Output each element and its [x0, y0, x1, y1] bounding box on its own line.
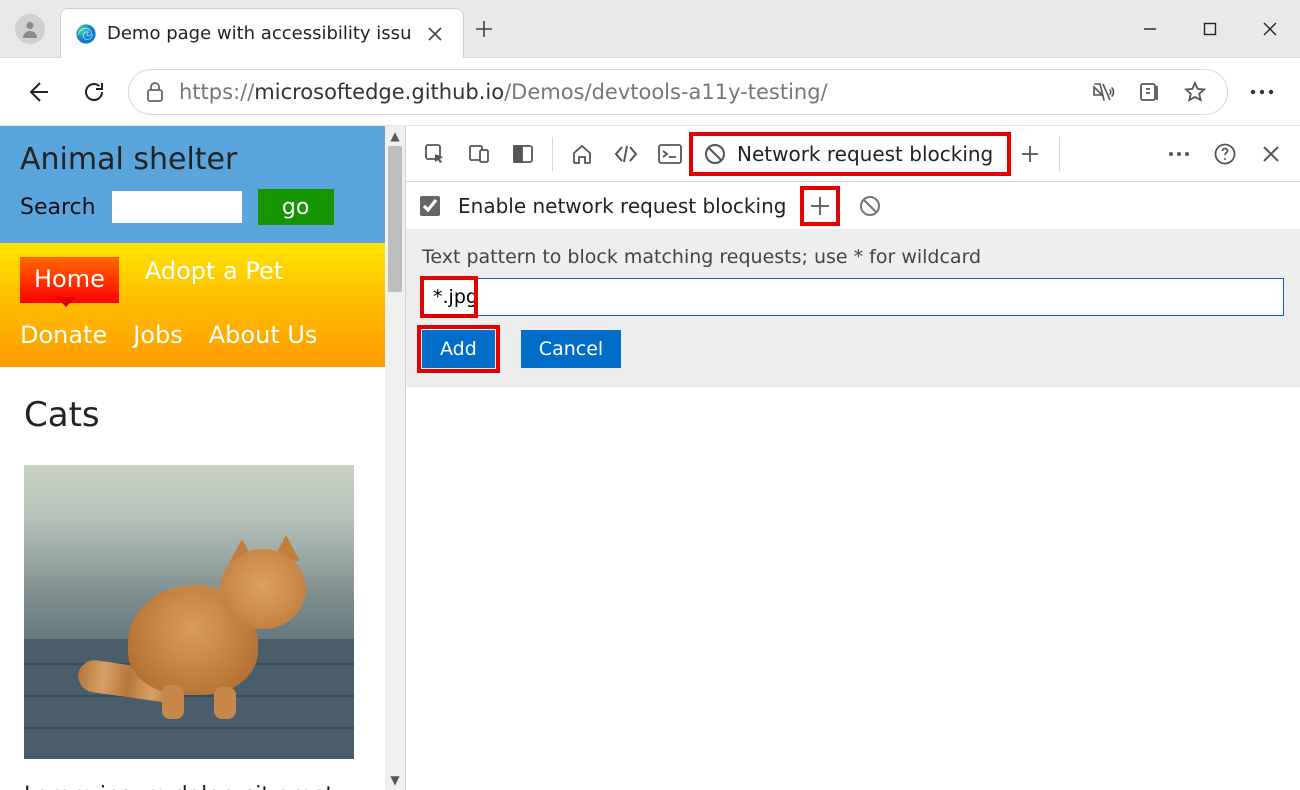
enable-blocking-label: Enable network request blocking: [458, 194, 786, 218]
lorem-text: Lorem ipsum dolor, sit amet: [24, 783, 361, 790]
add-button[interactable]: Add: [422, 330, 495, 368]
settings-more-button[interactable]: [1240, 70, 1284, 114]
cancel-button[interactable]: Cancel: [521, 330, 621, 368]
nav-adopt[interactable]: Adopt a Pet: [145, 257, 283, 303]
console-icon[interactable]: [649, 133, 691, 175]
maximize-button[interactable]: [1180, 0, 1240, 58]
cats-heading: Cats: [24, 395, 361, 435]
window-controls: [1120, 0, 1300, 57]
nav-donate[interactable]: Donate: [20, 321, 107, 349]
page-content: Cats Lorem ipsum dolor, sit amet: [0, 367, 385, 790]
search-input[interactable]: [112, 191, 242, 223]
url-omnibox[interactable]: https://microsoftedge.github.io/Demos/de…: [128, 69, 1228, 115]
edge-favicon-icon: [75, 23, 97, 45]
devtools-panel: Network request blocking Enable networ: [405, 126, 1300, 790]
favorite-button[interactable]: [1179, 76, 1211, 108]
dock-side-icon[interactable]: [502, 133, 544, 175]
blocking-toolbar: Enable network request blocking: [406, 182, 1300, 230]
page-scrollbar[interactable]: ▲ ▼: [385, 126, 405, 790]
tab-network-request-blocking[interactable]: Network request blocking: [693, 136, 1007, 172]
more-tabs-button[interactable]: [1009, 133, 1051, 175]
search-label: Search: [20, 195, 96, 220]
collections-button[interactable]: [1133, 76, 1165, 108]
scroll-down-icon[interactable]: ▼: [385, 770, 405, 790]
profile-button[interactable]: [0, 0, 60, 57]
devtools-close-button[interactable]: [1250, 133, 1292, 175]
browser-tab[interactable]: Demo page with accessibility issu: [60, 8, 464, 58]
welcome-icon[interactable]: [561, 133, 603, 175]
devtools-help-button[interactable]: [1204, 133, 1246, 175]
blocking-icon: [703, 142, 727, 166]
inspect-element-icon[interactable]: [414, 133, 456, 175]
elements-icon[interactable]: [605, 133, 647, 175]
nav-about[interactable]: About Us: [209, 321, 318, 349]
site-title: Animal shelter: [20, 142, 365, 177]
tab-title: Demo page with accessibility issu: [107, 23, 411, 44]
close-window-button[interactable]: [1240, 0, 1300, 58]
add-pattern-button[interactable]: [804, 190, 836, 222]
refresh-button[interactable]: [72, 70, 116, 114]
nav-jobs[interactable]: Jobs: [133, 321, 183, 349]
back-button[interactable]: [16, 70, 60, 114]
read-aloud-button[interactable]: [1087, 76, 1119, 108]
remove-all-patterns-button[interactable]: [854, 190, 886, 222]
enable-blocking-checkbox[interactable]: [420, 196, 440, 216]
lock-icon: [145, 81, 165, 103]
go-button[interactable]: go: [258, 189, 334, 225]
pattern-form: Text pattern to block matching requests;…: [406, 230, 1300, 387]
devtools-tabstrip: Network request blocking: [406, 126, 1300, 182]
device-emulation-icon[interactable]: [458, 133, 500, 175]
new-tab-button[interactable]: [464, 0, 504, 57]
url-text: https://microsoftedge.github.io/Demos/de…: [179, 80, 1073, 104]
devtools-active-tab-label: Network request blocking: [737, 142, 993, 166]
browser-titlebar: Demo page with accessibility issu: [0, 0, 1300, 58]
page-header: Animal shelter Search go: [0, 126, 385, 243]
pattern-label: Text pattern to block matching requests;…: [422, 246, 1284, 268]
scroll-up-icon[interactable]: ▲: [385, 126, 405, 146]
minimize-button[interactable]: [1120, 0, 1180, 58]
nav-home[interactable]: Home: [20, 257, 119, 303]
close-tab-button[interactable]: [421, 20, 449, 48]
demo-page: Animal shelter Search go Home Adopt a Pe…: [0, 126, 385, 790]
pattern-input[interactable]: [422, 278, 1284, 316]
primary-nav: Home Adopt a Pet Donate Jobs About Us: [0, 243, 385, 367]
devtools-more-button[interactable]: [1158, 133, 1200, 175]
scroll-thumb[interactable]: [388, 146, 402, 292]
cat-image: [24, 465, 354, 759]
address-bar: https://microsoftedge.github.io/Demos/de…: [0, 58, 1300, 126]
page-viewport: Animal shelter Search go Home Adopt a Pe…: [0, 126, 405, 790]
